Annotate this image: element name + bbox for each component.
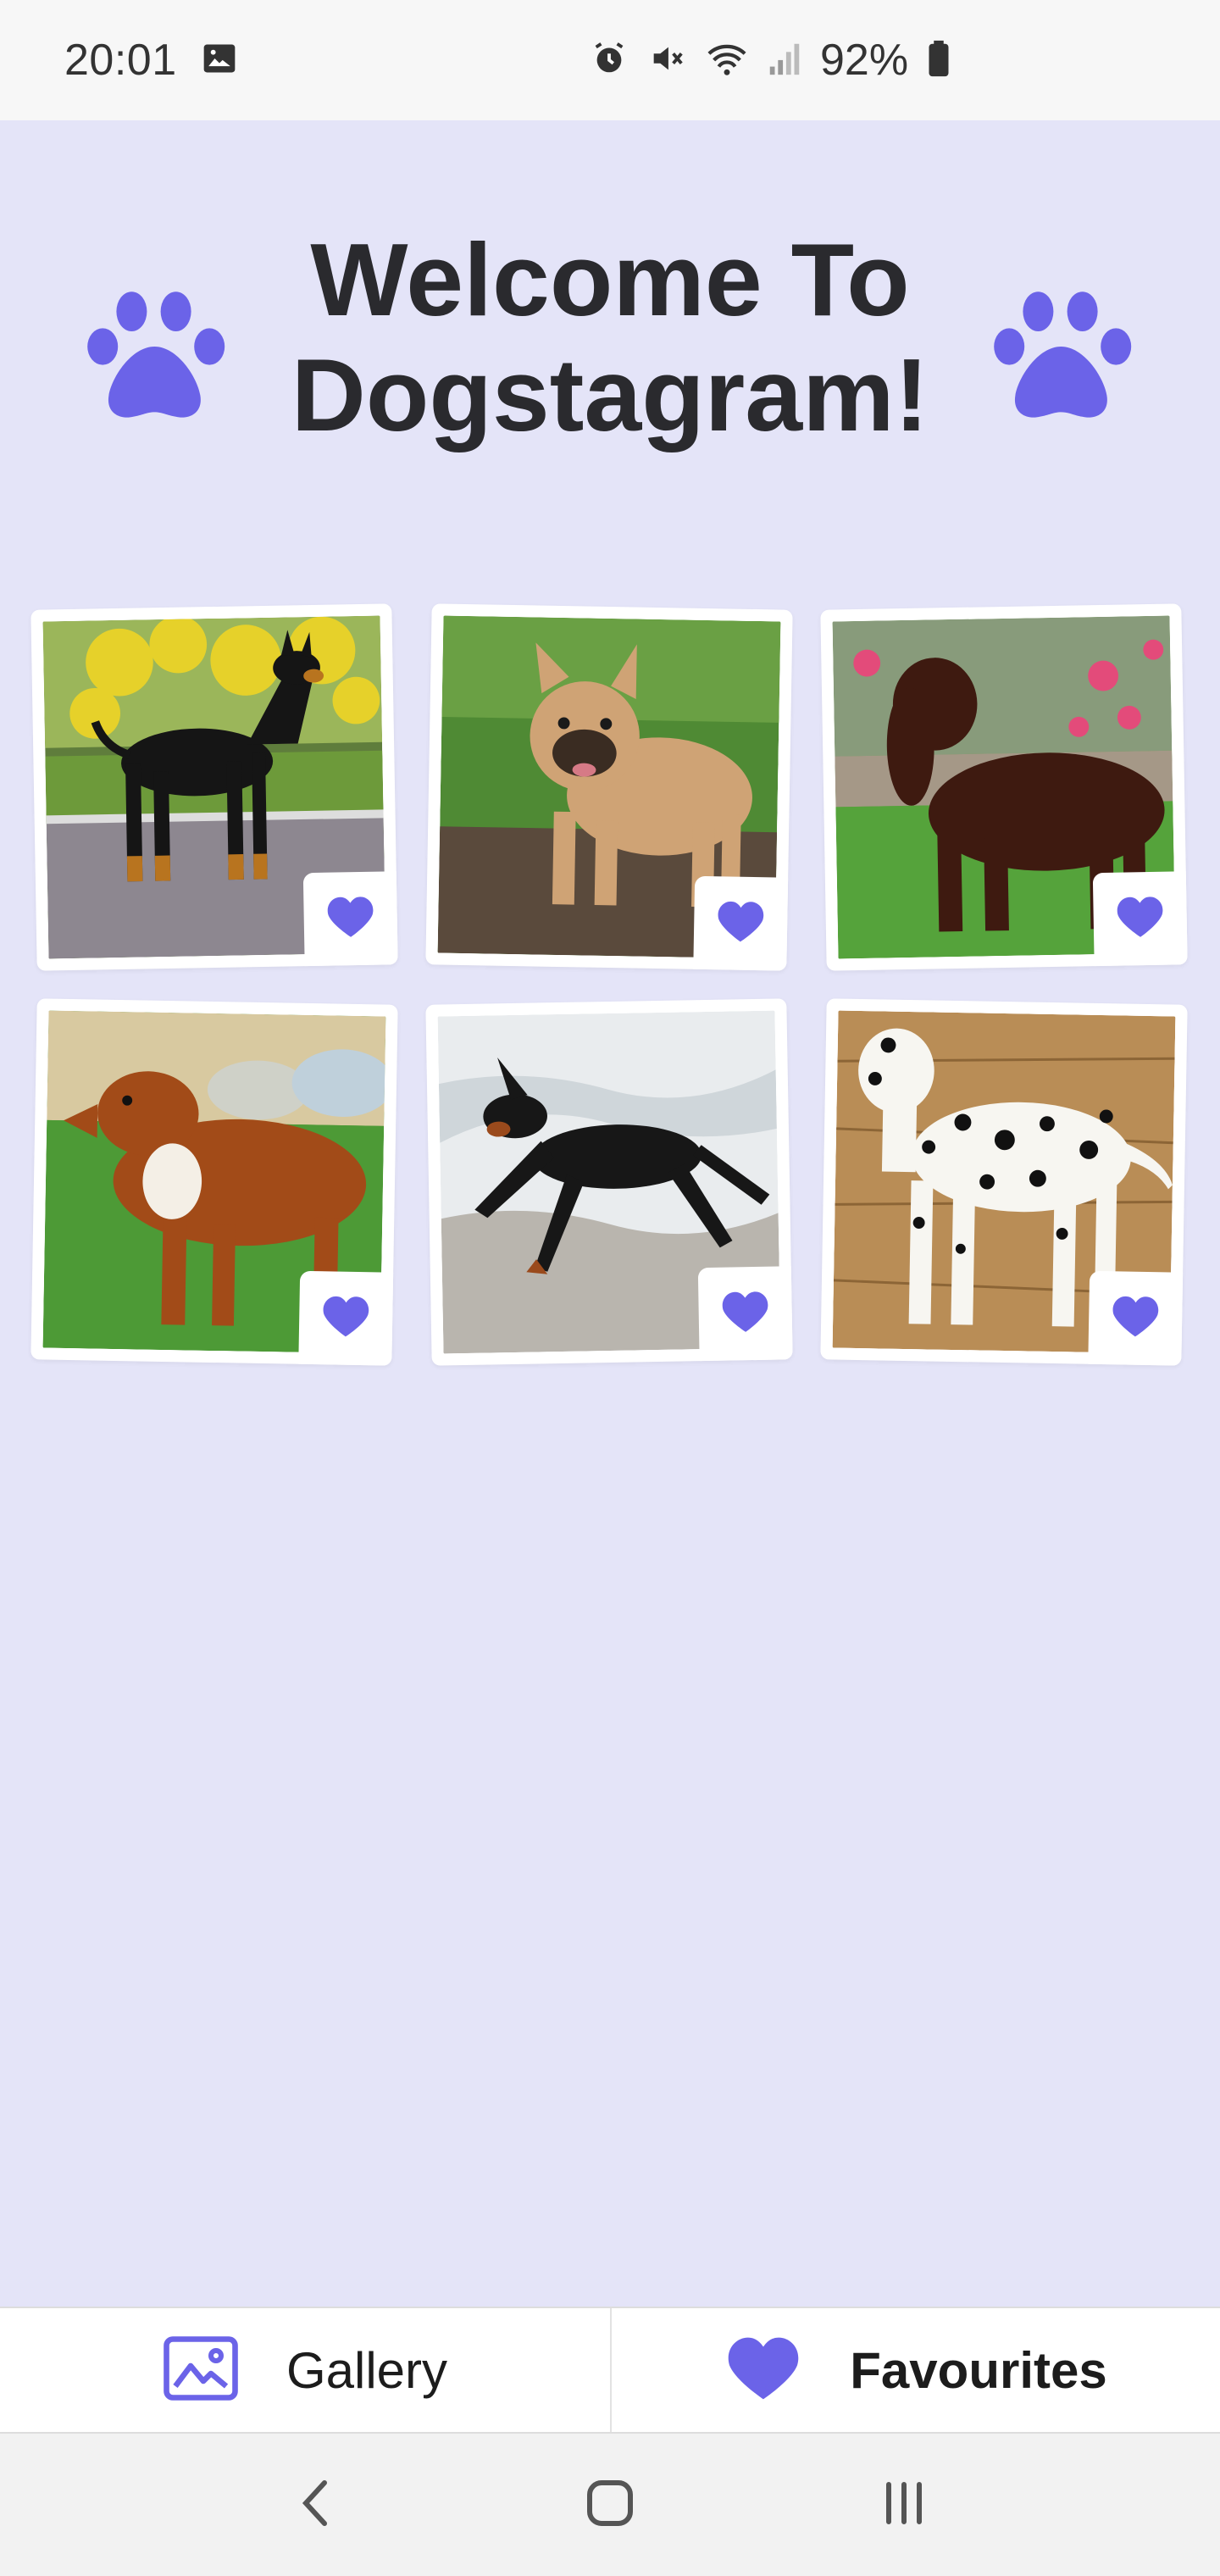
header: Welcome To Dogstagram! — [0, 222, 1220, 476]
signal-icon — [768, 39, 801, 82]
favourite-button[interactable] — [693, 875, 789, 971]
tab-gallery[interactable]: Gallery — [0, 2308, 610, 2432]
recents-icon — [880, 2479, 928, 2531]
status-time: 20:01 — [64, 36, 177, 85]
home-button[interactable] — [559, 2454, 661, 2556]
heart-icon — [325, 894, 375, 943]
tab-favourites[interactable]: Favourites — [610, 2308, 1220, 2432]
photo-card[interactable] — [30, 998, 398, 1366]
gallery-icon — [163, 2335, 239, 2406]
photo-card[interactable] — [820, 998, 1188, 1366]
back-button[interactable] — [265, 2454, 367, 2556]
favourite-button[interactable] — [298, 1270, 394, 1366]
favourite-button[interactable] — [1092, 871, 1188, 967]
photo-card[interactable] — [30, 603, 398, 971]
heart-icon — [724, 2334, 802, 2407]
favourite-button[interactable] — [1088, 1270, 1184, 1366]
battery-icon — [927, 39, 951, 82]
wifi-icon — [705, 39, 749, 82]
favourite-button[interactable] — [302, 871, 398, 967]
paw-icon — [81, 278, 234, 430]
favourite-button[interactable] — [697, 1266, 793, 1362]
tab-gallery-label: Gallery — [286, 2341, 448, 2399]
heart-icon — [720, 1289, 770, 1338]
system-nav-bar — [0, 2434, 1220, 2576]
image-icon — [201, 40, 238, 81]
photo-card[interactable] — [425, 998, 793, 1366]
photo-card[interactable] — [820, 603, 1188, 971]
heart-icon — [1115, 894, 1165, 943]
photo-card[interactable] — [425, 603, 793, 971]
chevron-left-icon — [299, 2478, 333, 2533]
alarm-icon — [590, 39, 629, 82]
heart-icon — [321, 1294, 371, 1343]
status-bar: 20:01 92% — [0, 0, 1220, 120]
battery-percent: 92% — [820, 36, 909, 85]
mute-icon — [647, 39, 686, 82]
tab-favourites-label: Favourites — [850, 2341, 1107, 2399]
paw-icon — [988, 278, 1140, 430]
heart-icon — [1111, 1294, 1161, 1343]
home-icon — [585, 2478, 635, 2533]
page-title: Welcome To Dogstagram! — [291, 222, 929, 452]
heart-icon — [716, 899, 766, 948]
recents-button[interactable] — [853, 2454, 955, 2556]
bottom-tab-bar: Gallery Favourites — [0, 2307, 1220, 2434]
app-content: Welcome To Dogstagram! — [0, 120, 1220, 2307]
